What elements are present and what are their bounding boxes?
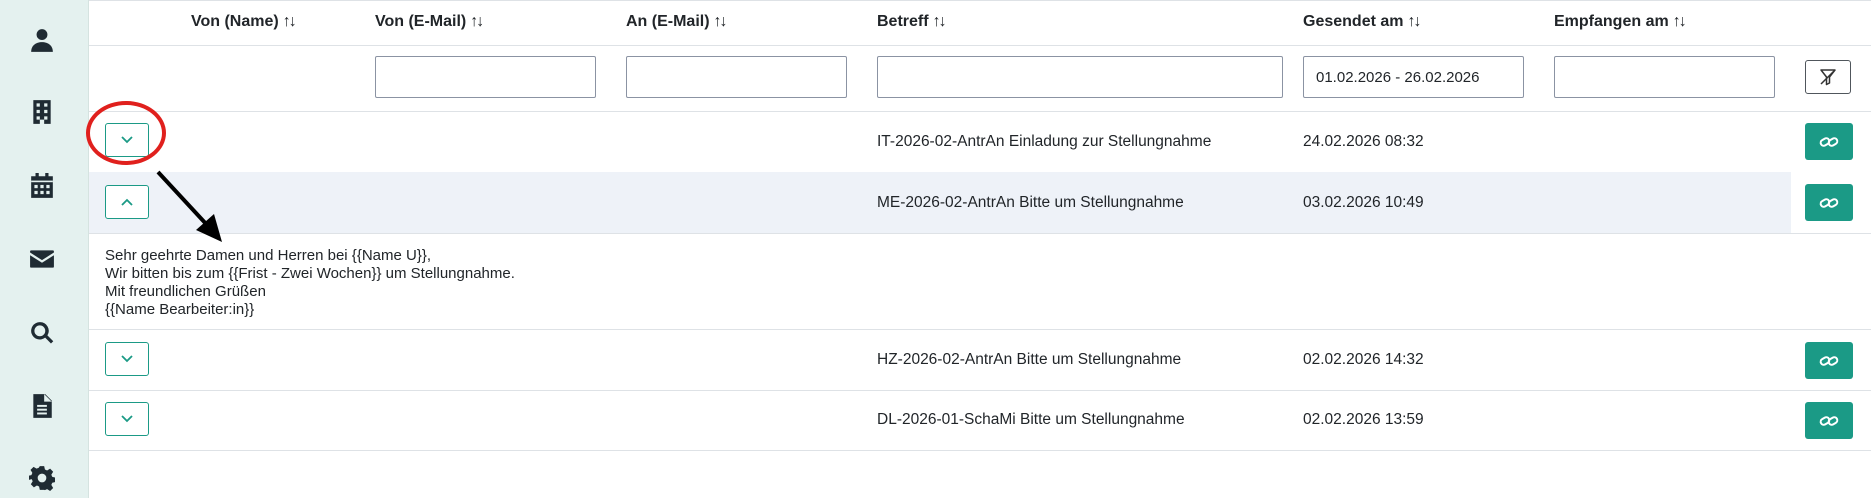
received-filter-input[interactable]: [1554, 56, 1775, 98]
header-label: Empfangen am: [1554, 13, 1669, 30]
link-button[interactable]: [1805, 342, 1853, 379]
expand-row-button[interactable]: [105, 402, 149, 436]
collapse-row-button[interactable]: [105, 185, 149, 219]
link-icon: [1819, 136, 1839, 147]
sent-date-cell: 02.02.2026 13:59: [1303, 411, 1424, 428]
body-line: Mit freundlichen Grüßen: [105, 283, 266, 300]
header-label: Gesendet am: [1303, 13, 1404, 30]
from-email-filter-input[interactable]: [375, 56, 596, 98]
column-header-received-at[interactable]: Empfangen am ↑↓: [1554, 13, 1687, 31]
table-row: IT-2026-02-AntrAn Einladung zur Stellung…: [89, 111, 1871, 173]
subject-cell: IT-2026-02-AntrAn Einladung zur Stellung…: [877, 133, 1212, 150]
link-button[interactable]: [1805, 184, 1853, 221]
column-header-sent-at[interactable]: Gesendet am ↑↓: [1303, 13, 1421, 31]
table-row: ME-2026-02-AntrAn Bitte um Stellungnahme…: [89, 172, 1871, 234]
body-line: {{Name Bearbeiter:in}}: [105, 301, 255, 318]
table-row: HZ-2026-02-AntrAn Bitte um Stellungnahme…: [89, 330, 1871, 391]
body-line: Wir bitten bis zum {{Frist - Zwei Wochen…: [105, 265, 515, 282]
sent-date-cell: 03.02.2026 10:49: [1303, 194, 1424, 211]
subject-filter-input[interactable]: [877, 56, 1283, 98]
to-email-filter-input[interactable]: [626, 56, 847, 98]
sort-icon[interactable]: ↑↓: [933, 13, 947, 30]
sort-icon[interactable]: ↑↓: [714, 13, 728, 30]
subject-cell: DL-2026-01-SchaMi Bitte um Stellungnahme: [877, 411, 1185, 428]
table-header: Von (Name) ↑↓ Von (E-Mail) ↑↓ An (E-Mail) ↑…: [89, 0, 1871, 46]
email-table: Von (Name) ↑↓ Von (E-Mail) ↑↓ An (E-Mail) ↑…: [89, 0, 1871, 498]
sidebar: [0, 0, 89, 498]
filter-row: [89, 44, 1871, 112]
sent-date-cell: 02.02.2026 14:32: [1303, 351, 1424, 368]
calendar-icon[interactable]: [26, 170, 58, 202]
building-icon[interactable]: [26, 96, 58, 128]
document-icon[interactable]: [26, 390, 58, 422]
chevron-up-icon: [121, 198, 133, 206]
annotation-circle: [86, 101, 166, 165]
body-line: Sehr geehrte Damen und Herren bei {{Name…: [105, 247, 432, 264]
sort-icon[interactable]: ↑↓: [283, 13, 297, 30]
search-icon[interactable]: [26, 317, 58, 349]
table-row: DL-2026-01-SchaMi Bitte um Stellungnahme…: [89, 390, 1871, 451]
link-button[interactable]: [1805, 123, 1853, 160]
column-header-to-email[interactable]: An (E-Mail) ↑↓: [626, 13, 728, 31]
link-icon: [1819, 355, 1839, 366]
gear-icon[interactable]: [26, 462, 58, 494]
subject-cell: ME-2026-02-AntrAn Bitte um Stellungnahme: [877, 194, 1184, 211]
expand-row-button[interactable]: [105, 342, 149, 376]
link-icon: [1819, 197, 1839, 208]
column-header-from-name[interactable]: Von (Name) ↑↓: [191, 13, 297, 31]
column-header-subject[interactable]: Betreff ↑↓: [877, 13, 947, 31]
subject-cell: HZ-2026-02-AntrAn Bitte um Stellungnahme: [877, 351, 1182, 368]
header-label: Von (E-Mail): [375, 13, 467, 30]
clear-filter-button[interactable]: [1805, 60, 1851, 94]
user-icon[interactable]: [26, 24, 58, 56]
email-body-row: Sehr geehrte Damen und Herren bei {{Name…: [89, 233, 1871, 330]
sent-date-range-input[interactable]: [1303, 56, 1524, 98]
envelope-icon[interactable]: [26, 243, 58, 275]
sort-icon[interactable]: ↑↓: [1407, 13, 1421, 30]
sent-date-cell: 24.02.2026 08:32: [1303, 133, 1424, 150]
header-label: An (E-Mail): [626, 13, 710, 30]
header-label: Von (Name): [191, 13, 279, 30]
header-label: Betreff: [877, 13, 929, 30]
chevron-down-icon: [121, 415, 133, 423]
sort-icon[interactable]: ↑↓: [1673, 13, 1687, 30]
chevron-down-icon: [121, 355, 133, 363]
annotation-arrow: [156, 170, 222, 242]
column-header-from-email[interactable]: Von (E-Mail) ↑↓: [375, 13, 484, 31]
sort-icon[interactable]: ↑↓: [470, 13, 484, 30]
filter-clear-icon: [1820, 69, 1836, 86]
link-icon: [1819, 415, 1839, 426]
email-body-text: Sehr geehrte Damen und Herren bei {{Name…: [105, 247, 515, 319]
link-button[interactable]: [1805, 402, 1853, 439]
